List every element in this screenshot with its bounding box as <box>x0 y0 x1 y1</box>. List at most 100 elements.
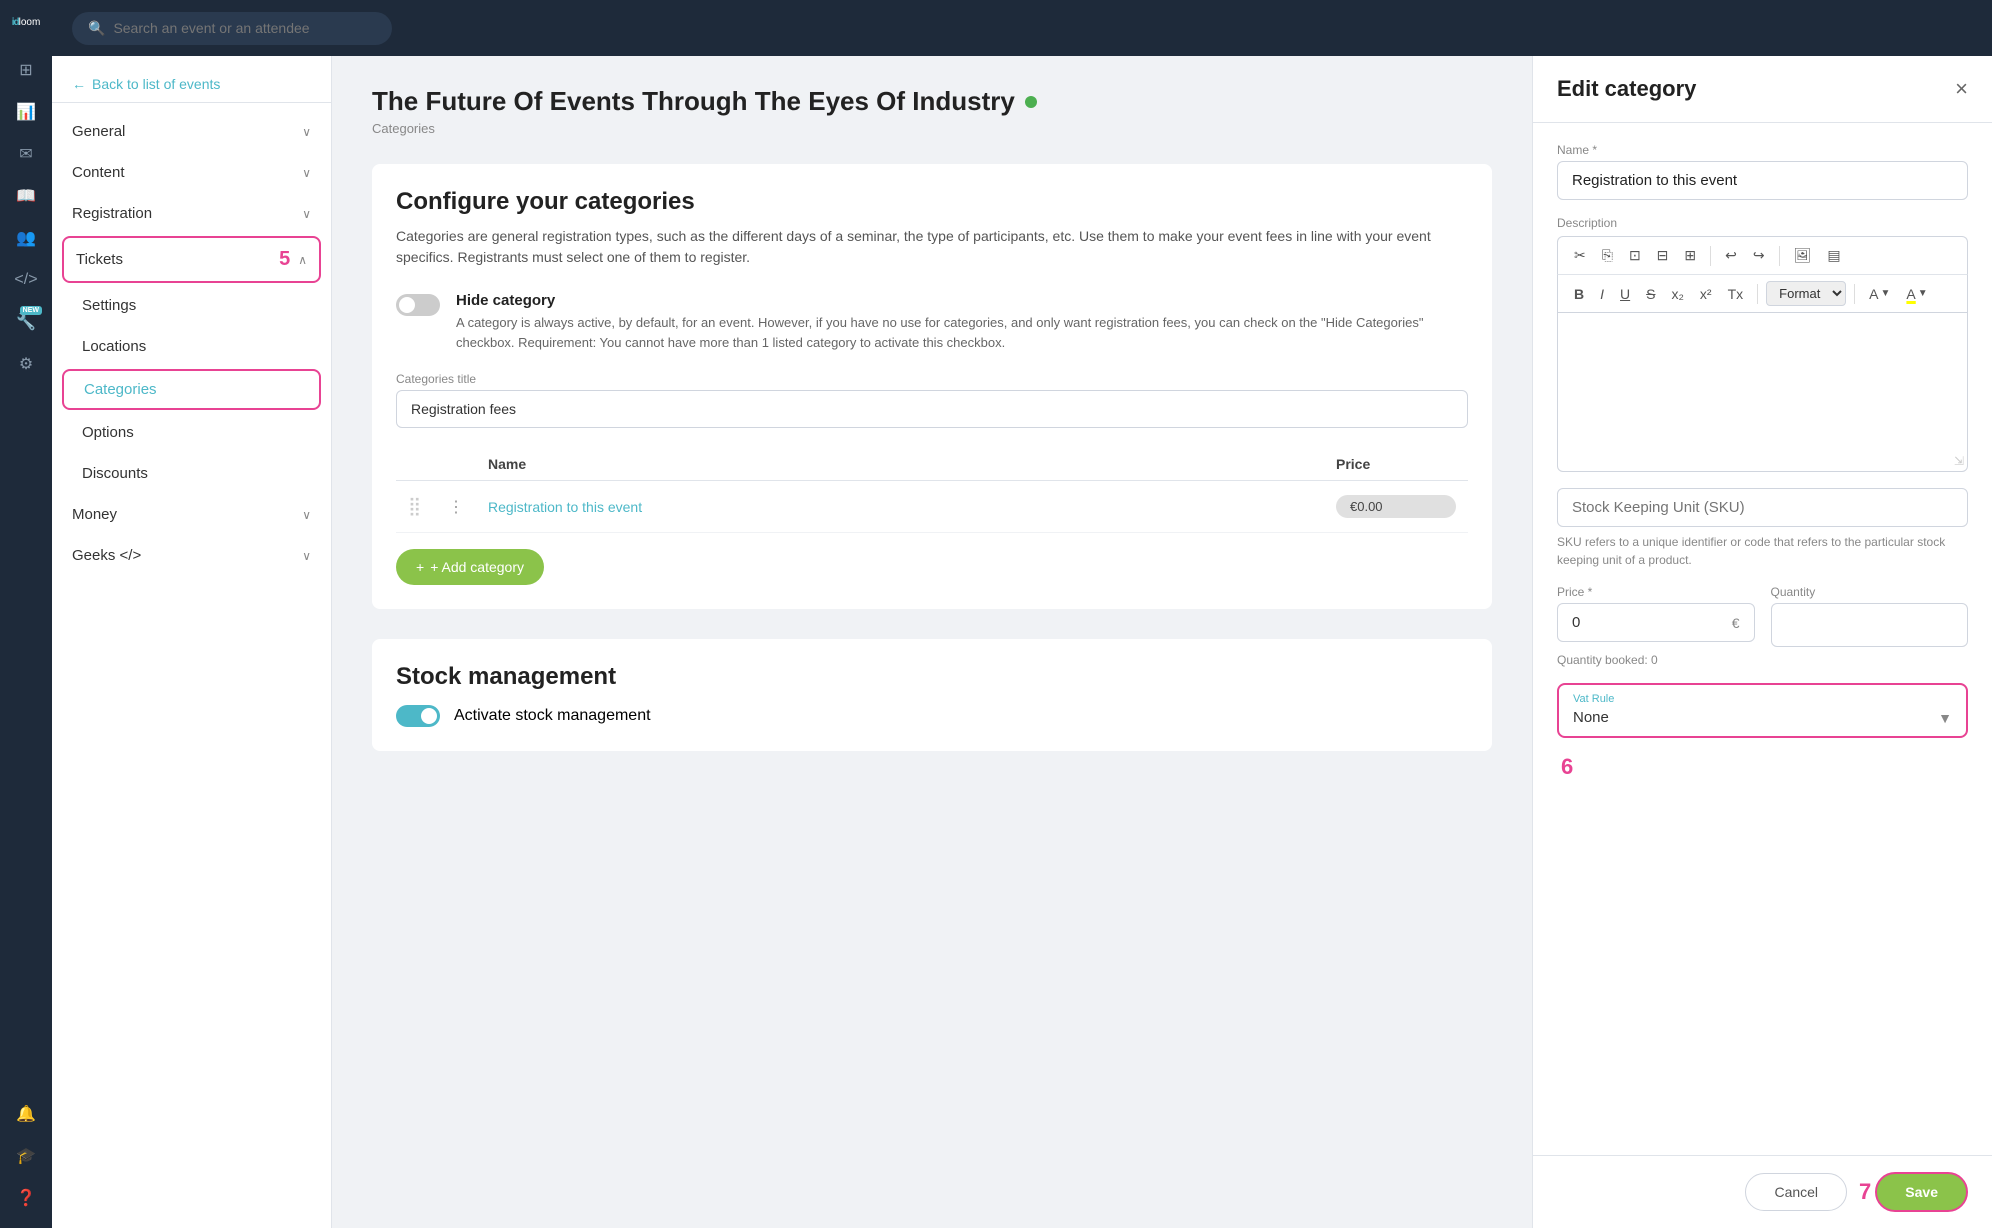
bg-color-icon: A <box>1906 286 1915 302</box>
price-qty-row: Price * 0 € Quantity <box>1557 585 1968 647</box>
chevron-down-icon: ∨ <box>302 549 311 563</box>
toggle-track <box>396 294 440 316</box>
clear-format-button[interactable]: Tx <box>1722 282 1750 306</box>
stock-management-card: Stock management Activate stock manageme… <box>372 639 1492 751</box>
source-button[interactable]: ▤ <box>1821 243 1846 268</box>
italic-button[interactable]: I <box>1594 282 1610 306</box>
currency-symbol: € <box>1732 615 1740 631</box>
toolbar-divider-4 <box>1854 284 1855 304</box>
sidebar-nav: General ∨ Content ∨ Registration ∨ Ticke… <box>52 103 331 584</box>
close-panel-button[interactable]: × <box>1955 76 1968 102</box>
mail-icon[interactable]: ✉ <box>8 136 44 172</box>
sidebar-item-locations[interactable]: Locations <box>52 326 331 367</box>
font-color-button[interactable]: A ▼ <box>1863 282 1896 306</box>
hide-category-text: Hide category A category is always activ… <box>456 292 1468 352</box>
graduation-icon[interactable]: 🎓 <box>8 1138 44 1174</box>
cut-button[interactable]: ✂ <box>1568 243 1592 268</box>
dashboard-icon[interactable]: ⊞ <box>8 52 44 88</box>
hide-category-row: Hide category A category is always activ… <box>396 292 1468 352</box>
underline-button[interactable]: U <box>1614 282 1636 306</box>
sidebar-item-content[interactable]: Content ∨ <box>52 152 331 193</box>
subscript-button[interactable]: x₂ <box>1665 282 1689 306</box>
icon-bar: idloom ⊞ 📊 ✉ 📖 👥 </> 🔧NEW ⚙ 🔔 🎓 ❓ <box>0 0 52 1228</box>
sidebar-item-geeks[interactable]: Geeks </> ∨ <box>52 535 331 576</box>
vat-rule-wrapper[interactable]: Vat Rule None ▼ <box>1557 683 1968 738</box>
notification-icon[interactable]: 🔔 <box>8 1096 44 1132</box>
users-icon[interactable]: 👥 <box>8 220 44 256</box>
sidebar-item-categories[interactable]: Categories <box>62 369 321 410</box>
copy-button[interactable]: ⎘ <box>1596 243 1619 268</box>
editor-toolbar-row2: B I U S x₂ x² Tx Format A ▼ A ▼ <box>1557 274 1968 312</box>
save-area: 7 Save <box>1859 1172 1968 1212</box>
categories-title-group: Categories title <box>396 372 1468 428</box>
price-field[interactable]: 0 € <box>1557 603 1755 642</box>
bg-color-button[interactable]: A ▼ <box>1900 282 1933 306</box>
sidebar-item-options[interactable]: Options <box>52 412 331 453</box>
name-field[interactable] <box>1557 161 1968 200</box>
activate-stock-toggle[interactable] <box>396 705 440 727</box>
top-bar: 🔍 <box>52 0 1992 56</box>
sidebar-item-settings[interactable]: Settings <box>52 285 331 326</box>
quantity-group: Quantity <box>1771 585 1969 647</box>
sidebar-item-general[interactable]: General ∨ <box>52 111 331 152</box>
chevron-down-icon: ∨ <box>302 125 311 139</box>
price-value: 0 <box>1572 614 1580 631</box>
back-to-list-link[interactable]: ← Back to list of events <box>72 76 311 92</box>
activate-stock-row: Activate stock management <box>396 705 1468 727</box>
font-color-icon: A <box>1869 286 1878 302</box>
bold-button[interactable]: B <box>1568 282 1590 306</box>
settings-icon[interactable]: ⚙ <box>8 346 44 382</box>
sidebar-item-registration[interactable]: Registration ∨ <box>52 193 331 234</box>
number-7-label: 7 <box>1859 1179 1871 1205</box>
analytics-icon[interactable]: 📊 <box>8 94 44 130</box>
categories-title-label: Categories title <box>396 372 1468 386</box>
book-icon[interactable]: 📖 <box>8 178 44 214</box>
quantity-field[interactable] <box>1771 603 1969 647</box>
hide-category-toggle[interactable] <box>396 294 440 316</box>
bg-color-arrow: ▼ <box>1918 288 1928 299</box>
description-editor[interactable]: ⇲ <box>1557 312 1968 472</box>
add-category-button[interactable]: + + Add category <box>396 549 544 585</box>
help-icon[interactable]: ❓ <box>8 1180 44 1216</box>
event-title: The Future Of Events Through The Eyes Of… <box>372 86 1492 117</box>
sidebar-item-money[interactable]: Money ∨ <box>52 494 331 535</box>
save-button[interactable]: Save <box>1875 1172 1968 1212</box>
category-name-link[interactable]: Registration to this event <box>488 499 1336 515</box>
sidebar-item-discounts[interactable]: Discounts <box>52 453 331 494</box>
sidebar-item-tickets[interactable]: Tickets 5 ∧ <box>62 236 321 283</box>
cancel-button[interactable]: Cancel <box>1745 1173 1847 1211</box>
categories-title-input[interactable] <box>396 390 1468 428</box>
toggle-thumb-right <box>421 708 437 724</box>
panel-body: Name * Description ✂ ⎘ ⊡ ⊟ ⊞ ↩ ↪ 🖼 ▤ B I… <box>1533 123 1992 1155</box>
toggle-track-on <box>396 705 440 727</box>
sidebar: ← Back to list of events General ∨ Conte… <box>52 56 332 1228</box>
code-icon[interactable]: </> <box>8 262 44 298</box>
table-header: Name Price <box>396 448 1468 481</box>
chevron-down-icon: ∨ <box>302 166 311 180</box>
format-select[interactable]: Format <box>1766 281 1846 306</box>
tickets-badge: 5 <box>279 248 290 271</box>
paste-text-button[interactable]: ⊟ <box>1651 243 1675 268</box>
sku-input[interactable] <box>1557 488 1968 527</box>
drag-handle-icon[interactable]: ⣿ <box>408 496 448 517</box>
editor-toolbar: ✂ ⎘ ⊡ ⊟ ⊞ ↩ ↪ 🖼 ▤ <box>1557 236 1968 274</box>
menu-dots-icon[interactable]: ⋮ <box>448 497 488 517</box>
search-input[interactable] <box>113 20 376 36</box>
paste-word-button[interactable]: ⊞ <box>1678 243 1702 268</box>
configure-categories-card: Configure your categories Categories are… <box>372 164 1492 609</box>
sku-description: SKU refers to a unique identifier or cod… <box>1557 533 1968 569</box>
image-button[interactable]: 🖼 <box>1788 243 1818 268</box>
superscript-button[interactable]: x² <box>1694 282 1718 306</box>
sidebar-header: ← Back to list of events <box>52 56 331 103</box>
chevron-down-icon: ∨ <box>302 207 311 221</box>
plus-icon: + <box>416 559 424 575</box>
new-tools-icon[interactable]: 🔧NEW <box>8 304 44 340</box>
resize-handle: ⇲ <box>1954 454 1964 468</box>
toolbar-divider-3 <box>1757 284 1758 304</box>
redo-button[interactable]: ↪ <box>1747 243 1771 268</box>
chevron-down-icon: ∨ <box>302 508 311 522</box>
strikethrough-button[interactable]: S <box>1640 282 1661 306</box>
search-box[interactable]: 🔍 <box>72 12 392 45</box>
undo-button[interactable]: ↩ <box>1719 243 1743 268</box>
paste-button[interactable]: ⊡ <box>1623 243 1647 268</box>
